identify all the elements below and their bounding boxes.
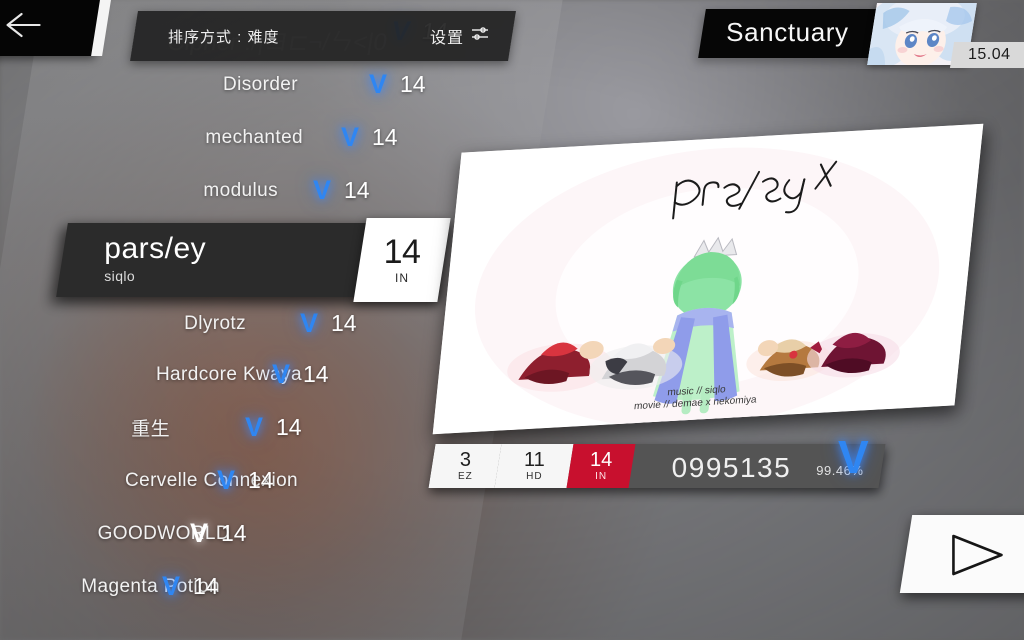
selected-song-difficulty-badge: 14 IN xyxy=(353,218,451,302)
player-rating-value: 15.04 xyxy=(968,46,1011,63)
difficulty-in-level: 14 xyxy=(589,449,613,471)
song-list-item[interactable]: modulus V 14 xyxy=(0,164,510,217)
song-list-item[interactable]: Disorder V 14 xyxy=(0,58,510,111)
sort-settings-bar[interactable]: 排序方式 : 难度 设置 xyxy=(130,11,516,61)
song-difficulty: V 14 xyxy=(369,69,426,99)
sliders-icon xyxy=(470,26,490,47)
arrow-left-icon xyxy=(0,10,48,45)
difficulty-hd-label: HD xyxy=(525,471,543,482)
song-difficulty: V 14 xyxy=(313,175,370,205)
song-difficulty: V 14 xyxy=(162,571,219,601)
difficulty-option-ez[interactable]: 3 EZ xyxy=(428,444,502,488)
song-list-item[interactable]: Magenta Potion V 14 xyxy=(0,560,510,613)
selected-song-artist: siqlo xyxy=(104,267,136,284)
song-title: mechanted xyxy=(205,126,303,148)
v-rank-icon: V xyxy=(217,465,236,495)
song-title: modulus xyxy=(203,179,278,201)
song-list-item[interactable]: Hardcore Kwaya V 14 xyxy=(0,348,510,401)
song-title: 重生 xyxy=(131,419,170,440)
song-difficulty: V 14 xyxy=(244,412,302,442)
v-rank-icon: V xyxy=(162,571,181,601)
player-rating-badge: 15.04 xyxy=(949,42,1024,68)
song-level: 14 xyxy=(372,124,398,150)
settings-label: 设置 xyxy=(430,30,465,47)
difficulty-in-label: IN xyxy=(595,471,607,482)
song-level: 14 xyxy=(193,573,219,599)
score-value: 0995135 xyxy=(671,452,792,483)
song-level: 14 xyxy=(248,467,274,493)
settings-button[interactable]: 设置 xyxy=(430,24,490,48)
selected-song-title: pars/ey xyxy=(104,232,207,265)
song-list-item[interactable]: mechanted V 14 xyxy=(0,111,510,164)
song-title: Disorder xyxy=(223,73,298,95)
difficulty-option-hd[interactable]: 11 HD xyxy=(494,444,574,488)
song-level: 14 xyxy=(276,414,302,440)
v-rank-icon: V xyxy=(313,175,332,205)
v-rank-icon: V xyxy=(341,122,360,152)
song-jacket: music // siqlo movie // demae x nekomiya xyxy=(432,123,984,435)
difficulty-option-in[interactable]: 14 IN xyxy=(566,444,636,488)
v-rank-icon: V xyxy=(300,308,319,338)
difficulty-score-bar[interactable]: 3 EZ 11 HD 14 IN 0995135 99.46% xyxy=(428,444,886,488)
game-song-select-screen: Disorder V 14 mechanted V 14 modulus V 14 Dlyrotz… xyxy=(0,0,1024,640)
song-list-item[interactable]: GOODWORLD V 14 xyxy=(0,507,510,560)
v-rank-icon: V xyxy=(369,69,388,99)
v-rank-icon: V xyxy=(244,412,264,442)
selected-difficulty-level: 14 xyxy=(383,233,421,271)
song-level: 14 xyxy=(344,177,370,203)
song-level: 14 xyxy=(303,361,329,387)
song-list-item[interactable]: Dlyrotz V 14 xyxy=(0,297,510,350)
play-triangle-icon xyxy=(945,532,1007,583)
v-rank-icon: V xyxy=(272,359,291,389)
song-difficulty: V 14 xyxy=(190,518,247,548)
song-difficulty: V 14 xyxy=(272,359,329,389)
sort-mode-label[interactable]: 排序方式 : 难度 xyxy=(168,26,280,47)
song-level: 14 xyxy=(331,310,357,336)
song-difficulty: V 14 xyxy=(341,122,398,152)
difficulty-ez-level: 3 xyxy=(459,449,471,471)
song-difficulty: V 14 xyxy=(300,308,357,338)
song-title: Dlyrotz xyxy=(184,312,246,334)
v-rank-icon: V xyxy=(190,518,209,548)
song-level: 14 xyxy=(221,520,247,546)
play-button[interactable] xyxy=(899,515,1024,593)
selected-difficulty-label: IN xyxy=(395,271,409,285)
song-difficulty: V 14 xyxy=(217,465,274,495)
jacket-artwork: music // siqlo movie // demae x nekomiya xyxy=(432,123,984,435)
player-name: Sanctuary xyxy=(726,17,849,47)
score-rank-icon: V xyxy=(838,431,869,483)
difficulty-ez-label: EZ xyxy=(457,471,473,482)
song-level: 14 xyxy=(400,71,426,97)
difficulty-hd-level: 11 xyxy=(523,449,545,471)
back-button[interactable] xyxy=(0,0,105,56)
